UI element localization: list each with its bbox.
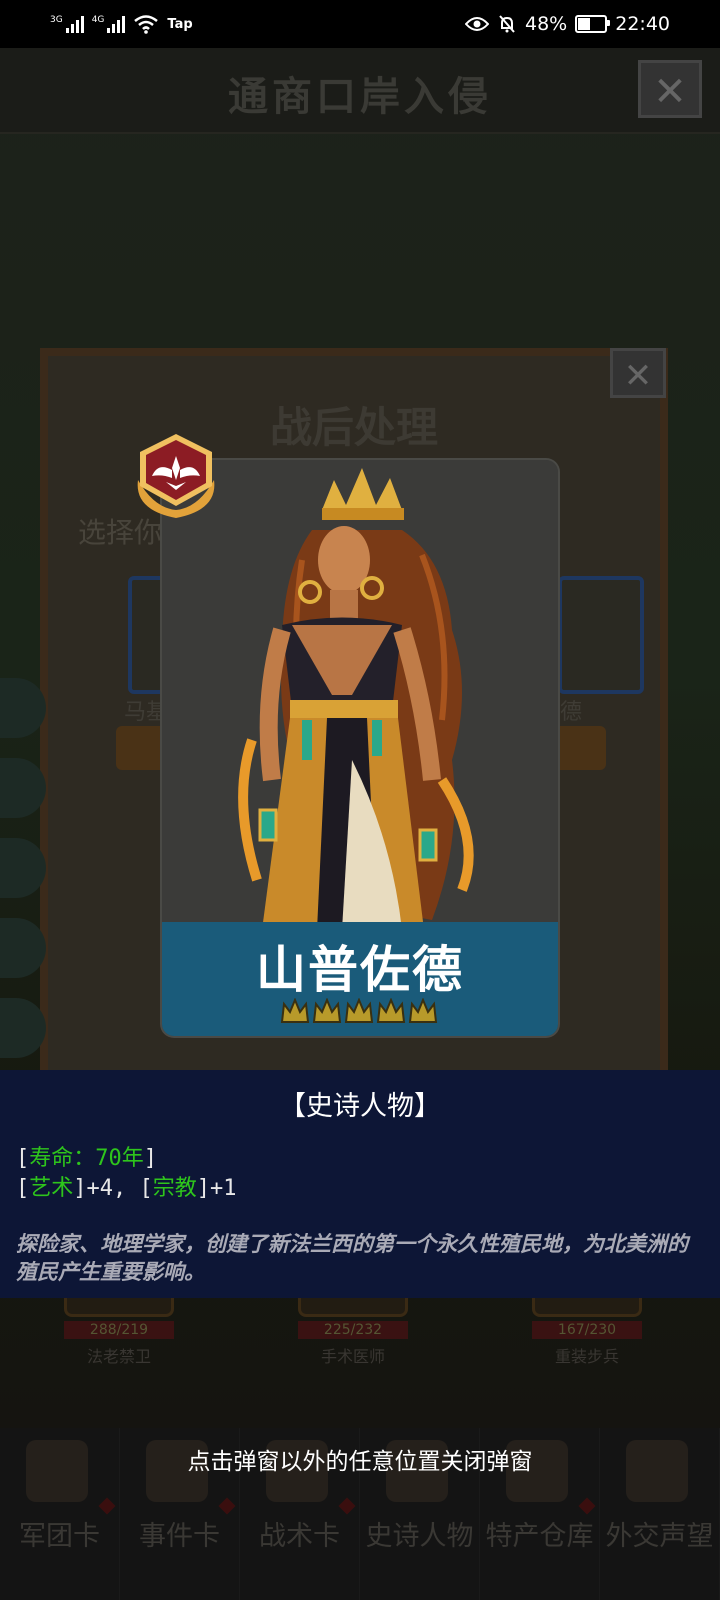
battery-percent: 48% xyxy=(525,13,568,35)
tab-label: 军团卡 xyxy=(19,1521,100,1552)
network-type-2: 4G xyxy=(91,15,105,25)
epic-wings-badge-icon xyxy=(137,434,215,518)
stat-art-label: 艺术 xyxy=(29,1176,74,1201)
lifespan-label: 寿命：70年 xyxy=(29,1146,144,1171)
tab-label: 史诗人物 xyxy=(365,1521,474,1552)
unit-card-name: 重装步兵 xyxy=(554,1347,619,1366)
notification-dot xyxy=(338,1497,356,1515)
unit-card-name: 手术医师 xyxy=(320,1347,385,1366)
eye-icon xyxy=(465,17,489,31)
side-button-4[interactable] xyxy=(0,918,46,978)
character-portrait xyxy=(162,460,558,930)
status-bar: 3G 4G Tap 48% 22:40 xyxy=(0,0,720,48)
side-menu xyxy=(0,678,46,1078)
game-title: 通商口岸入侵 xyxy=(228,74,492,120)
character-card: 山普佐德 xyxy=(162,460,558,1036)
side-button-3[interactable] xyxy=(0,838,46,898)
status-bar-left: 3G 4G Tap xyxy=(50,14,193,34)
side-button-1[interactable] xyxy=(0,678,46,738)
unit-card-hp: 288/219 xyxy=(64,1321,174,1339)
close-hint[interactable]: 点击弹窗以外的任意位置关闭弹窗 xyxy=(0,1442,720,1476)
crown-icon xyxy=(280,998,310,1023)
crown-icon xyxy=(376,998,406,1023)
stats-line: [艺术]+4, [宗教]+1 xyxy=(16,1176,237,1201)
mute-bell-icon xyxy=(499,15,515,33)
character-info-panel: 【史诗人物】 [寿命：70年] [艺术]+4, [宗教]+1 探险家、地理学家，… xyxy=(0,1070,720,1298)
unit-card-hp: 167/230 xyxy=(532,1321,642,1339)
stat-art-value: +4 xyxy=(86,1176,114,1201)
crown-icon xyxy=(344,998,374,1023)
clock: 22:40 xyxy=(615,13,670,35)
stat-religion-label: 宗教 xyxy=(152,1176,197,1201)
character-name: 山普佐德 xyxy=(256,941,464,999)
panel-close-button[interactable]: ✕ xyxy=(610,348,666,398)
crown-icon xyxy=(408,998,438,1023)
side-button-2[interactable] xyxy=(0,758,46,818)
rarity-crowns xyxy=(280,998,438,1026)
crown-icon xyxy=(312,998,342,1023)
close-button[interactable]: ✕ xyxy=(638,60,702,118)
character-name-bar: 山普佐德 xyxy=(162,922,558,1036)
tab-label: 特产仓库 xyxy=(485,1521,594,1552)
stat-religion-value: +1 xyxy=(210,1176,237,1201)
character-description: 探险家、地理学家，创建了新法兰西的第一个永久性殖民地，为北美洲的殖民产生重要影响… xyxy=(16,1232,688,1284)
status-bar-right: 48% 22:40 xyxy=(465,13,670,35)
choice-slot-right-name: 德 xyxy=(560,700,583,725)
signal-1-icon: 3G xyxy=(50,15,84,33)
battery-icon xyxy=(575,15,611,33)
network-type-1: 3G xyxy=(50,15,63,25)
tab-label: 战术卡 xyxy=(259,1521,340,1552)
choice-slot-right[interactable] xyxy=(558,576,644,694)
game-header: 通商口岸入侵 ✕ xyxy=(0,48,720,134)
category-heading: 【史诗人物】 xyxy=(279,1091,441,1122)
tab-label: 外交声望 xyxy=(605,1521,714,1552)
side-button-5[interactable] xyxy=(0,998,46,1058)
unit-card-name: 法老禁卫 xyxy=(86,1347,151,1366)
notification-dot xyxy=(98,1497,116,1515)
wifi-icon xyxy=(134,15,159,34)
signal-2-icon: 4G xyxy=(92,15,126,33)
tab-label: 事件卡 xyxy=(139,1521,220,1552)
notification-dot xyxy=(578,1497,596,1515)
tap-app-icon: Tap xyxy=(167,16,193,32)
notification-dot xyxy=(218,1497,236,1515)
unit-card-hp: 225/232 xyxy=(298,1321,408,1339)
lifespan-line: [寿命：70年] xyxy=(16,1146,157,1171)
